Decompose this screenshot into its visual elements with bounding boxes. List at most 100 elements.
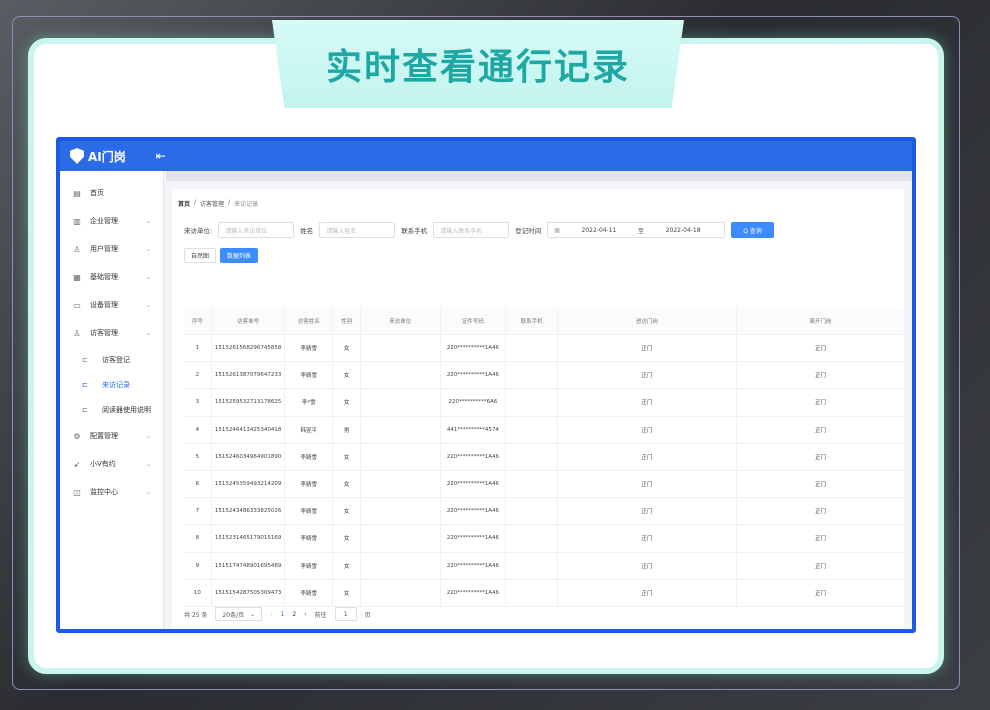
table-cell: 1515246034964901890 — [212, 443, 286, 470]
table-cell — [361, 552, 441, 579]
table-cell: 1515243486333825026 — [212, 498, 286, 525]
sidebar-item[interactable]: ▭ 设备管理 ⌄ — [60, 291, 163, 319]
phone-placeholder: 请输入联系手机 — [440, 227, 483, 235]
table-row[interactable]: 4 1515246413425340418 韩昱平男 441**********457… — [184, 416, 904, 444]
sidebar-subitem-label: 阅读器使用说明 — [102, 405, 151, 414]
table-row[interactable]: 2 1515261387079647233 李婧雪女 220**********1A4… — [184, 362, 904, 390]
table-cell — [506, 416, 558, 443]
table-cell: 女 — [333, 552, 362, 579]
sidebar-subitem[interactable]: ⊏ 阅读器使用说明 — [60, 397, 163, 422]
next-page-button[interactable]: › — [304, 611, 306, 618]
view-tab[interactable]: 数据列表 — [220, 248, 259, 263]
sidebar-item[interactable]: ♙ 用户管理 ⌄ — [60, 235, 163, 263]
table-cell: 正门 — [558, 389, 737, 416]
table-cell: 4 — [184, 416, 212, 443]
chevron-down-icon: ⌄ — [250, 610, 256, 618]
table-header-row: 序号 访客单号 访客姓名 性别 来访单位 证件号码 联系手机 进访门岗 离开门岗 — [184, 307, 904, 335]
table-cell: 1 — [184, 335, 212, 362]
date-range-picker[interactable]: ▦ 2022-04-11 至 2022-04-18 — [547, 222, 726, 238]
sidebar-item-label: 用户管理 — [90, 245, 118, 253]
page-2-button[interactable]: 2 — [292, 611, 296, 618]
query-button[interactable]: Q 查询 — [731, 222, 774, 238]
date-start: 2022-04-11 — [581, 226, 617, 234]
column-header: 访客姓名 — [285, 307, 334, 334]
breadcrumb: 首页 / 访客管理 / 来访记录 — [172, 189, 904, 218]
table-cell — [506, 443, 558, 470]
menu-fold-icon[interactable]: ⇤ — [156, 149, 166, 163]
breadcrumb-sep: / — [194, 199, 197, 206]
table-cell: 220**********1A46 — [441, 525, 507, 552]
table-cell: 1515259532713178625 — [212, 389, 286, 416]
visitor-icon: ♙ — [73, 328, 81, 338]
sidebar-subitem[interactable]: ⊏ 来访记录 — [60, 372, 163, 397]
table-cell: 8 — [184, 525, 212, 552]
sidebar-item-label: 设备管理 — [90, 301, 118, 309]
table-cell: 6 — [184, 470, 212, 498]
view-tabs: 自然图 数据列表 — [172, 242, 904, 269]
table-row[interactable]: 6 1515245359493214209 李婧雪女 220**********1A4… — [184, 470, 904, 499]
table-cell: 正门 — [814, 346, 826, 353]
home-icon: ▤ — [73, 188, 81, 198]
table-cell: 220**********1A46 — [441, 443, 507, 470]
unit-input[interactable]: 请输入来访单位 — [218, 222, 295, 238]
goto-page-input[interactable]: 1 — [334, 607, 357, 621]
date-separator: 至 — [638, 227, 645, 235]
view-tab[interactable]: 自然图 — [184, 248, 217, 263]
sidebar-item-label: 监控中心 — [90, 488, 118, 496]
page-size-select[interactable]: 20条/页 ⌄ — [215, 607, 263, 621]
table-row[interactable]: 8 1515231465179015169 李婧雪女 220**********1A4… — [184, 525, 904, 553]
monitor-icon: ◫ — [73, 487, 81, 497]
table-row[interactable]: 1 1515261568296745858 李婧雪女 220**********1A4… — [184, 335, 904, 363]
table-cell: 韩昱平 — [285, 416, 334, 443]
shield-logo-icon — [70, 148, 84, 164]
table-cell: 正门 — [814, 590, 826, 597]
table-cell: 李婧雪 — [285, 335, 334, 362]
goto-label: 前往 — [314, 611, 327, 619]
name-input[interactable]: 请输入姓名 — [319, 222, 396, 238]
table-row[interactable]: 7 1515243486333825026 李婧雪女 220**********1A4… — [184, 498, 904, 526]
chevron-down-icon: ⌄ — [145, 301, 151, 309]
name-placeholder: 请输入姓名 — [326, 227, 357, 235]
table-cell: 正门 — [558, 498, 737, 525]
table-cell — [361, 470, 441, 498]
sidebar-item[interactable]: ▥ 企业管理 ⌄ — [60, 207, 163, 235]
page-1-button[interactable]: 1 — [281, 611, 285, 618]
table-row[interactable]: 3 1515259532713178625 李*雪女 220**********6A6… — [184, 389, 904, 417]
table-row[interactable]: 5 1515246034964901890 李婧雪女 220**********1A4… — [184, 443, 904, 471]
table-cell: 李婧雪 — [285, 443, 334, 470]
breadcrumb-home[interactable]: 首页 — [178, 199, 190, 208]
table-cell — [506, 389, 558, 416]
user-icon: ♙ — [73, 244, 81, 254]
column-header: 来访单位 — [361, 307, 441, 334]
table-row[interactable]: 9 1515174748901695489 李婧雪女 220**********1A4… — [184, 552, 904, 580]
table-cell: 220**********1A46 — [441, 579, 507, 606]
table-cell: 2 — [184, 362, 212, 389]
name-label: 姓名 — [300, 227, 314, 235]
table-cell: 1515246413425340418 — [212, 416, 286, 443]
sidebar-item[interactable]: ▤ 首页 — [60, 179, 163, 207]
breadcrumb-sep: / — [228, 199, 231, 206]
table-cell: 220**********1A46 — [441, 335, 507, 362]
table-cell — [361, 416, 441, 443]
table-cell: 9 — [184, 552, 212, 579]
sidebar-item[interactable]: ♙ 访客管理 ⌄ — [60, 319, 163, 347]
table-cell: 女 — [333, 443, 362, 470]
sidebar-item[interactable]: ◫ 监控中心 ⌄ — [60, 478, 163, 506]
table-row[interactable]: 10 1515154287505309473 李婧雪女 220**********1A… — [184, 579, 904, 607]
phone-input[interactable]: 请输入联系手机 — [433, 222, 510, 238]
chevron-down-icon: ⌄ — [145, 432, 151, 440]
app-logo[interactable]: AI门岗 — [70, 148, 126, 165]
table-cell: 正门 — [814, 509, 826, 516]
pagination: 共 25 条 20条/页 ⌄ ‹ 1 2 › 前往 1 页 — [184, 607, 371, 621]
prev-page-button[interactable]: ‹ — [270, 611, 272, 618]
table-cell: 李婧雪 — [285, 579, 334, 606]
goto-page-value: 1 — [343, 610, 348, 618]
breadcrumb-visitor[interactable]: 访客管理 — [200, 199, 224, 208]
table-cell: 李*雪 — [285, 389, 334, 416]
table-cell: 220**********1A46 — [441, 498, 507, 525]
table-cell — [506, 552, 558, 579]
sidebar-item[interactable]: ▦ 基础管理 ⌄ — [60, 263, 163, 291]
sidebar-item[interactable]: ⚙ 配置管理 ⌄ — [60, 422, 163, 450]
sidebar-subitem[interactable]: ⊏ 访客登记 — [60, 347, 163, 372]
sidebar-item[interactable]: ➹ 小V有约 ⌄ — [60, 450, 163, 478]
